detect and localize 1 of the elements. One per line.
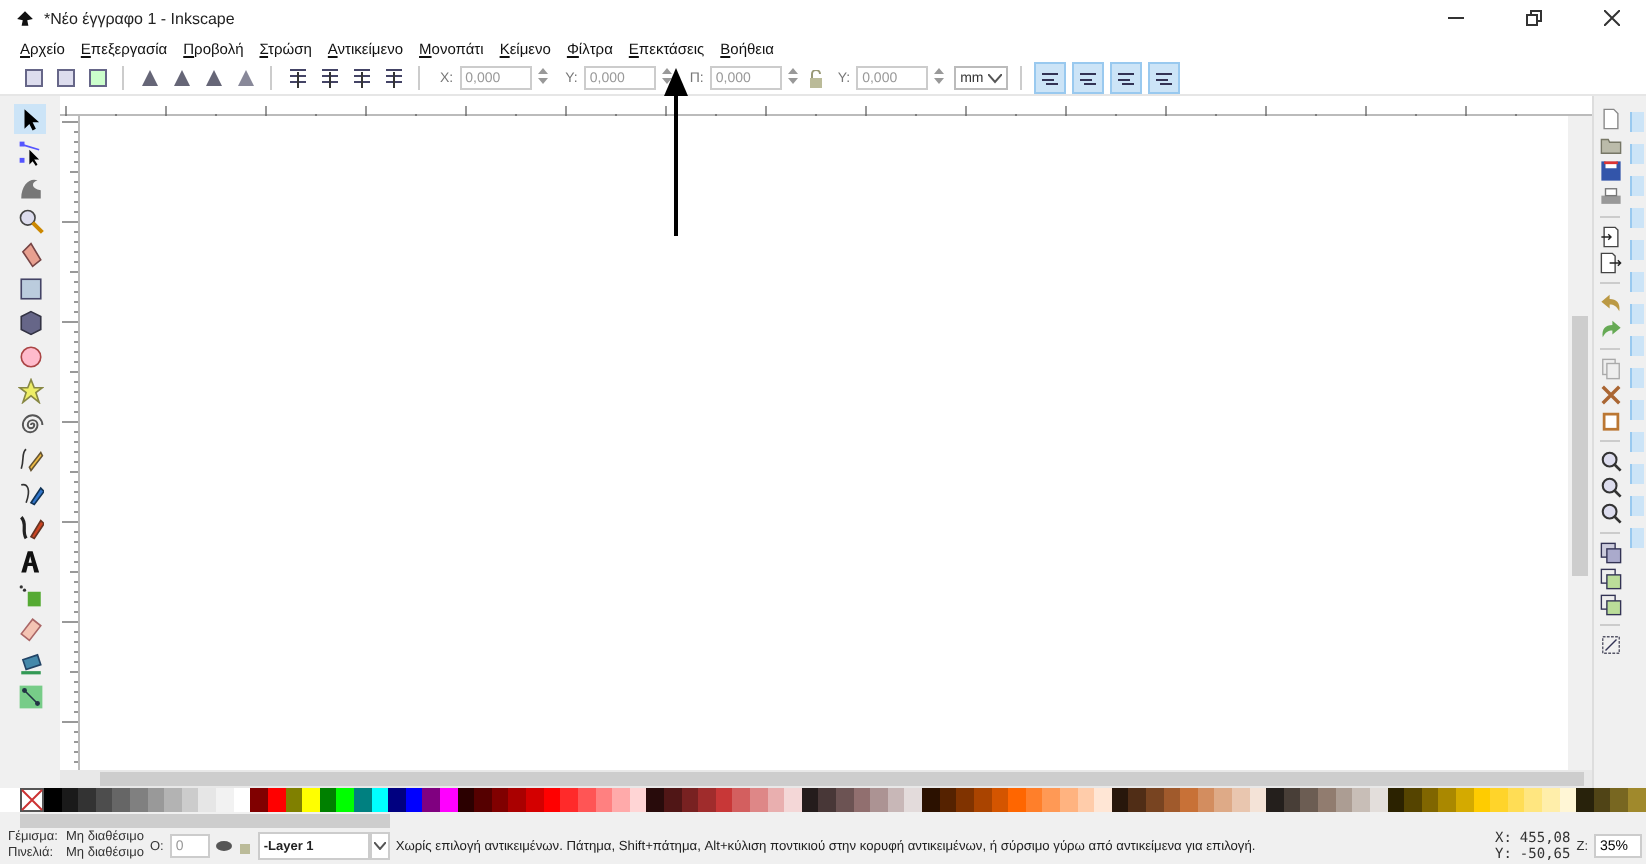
window-title: *Νέο έγγραφο 1 - Inkscape <box>44 9 237 27</box>
